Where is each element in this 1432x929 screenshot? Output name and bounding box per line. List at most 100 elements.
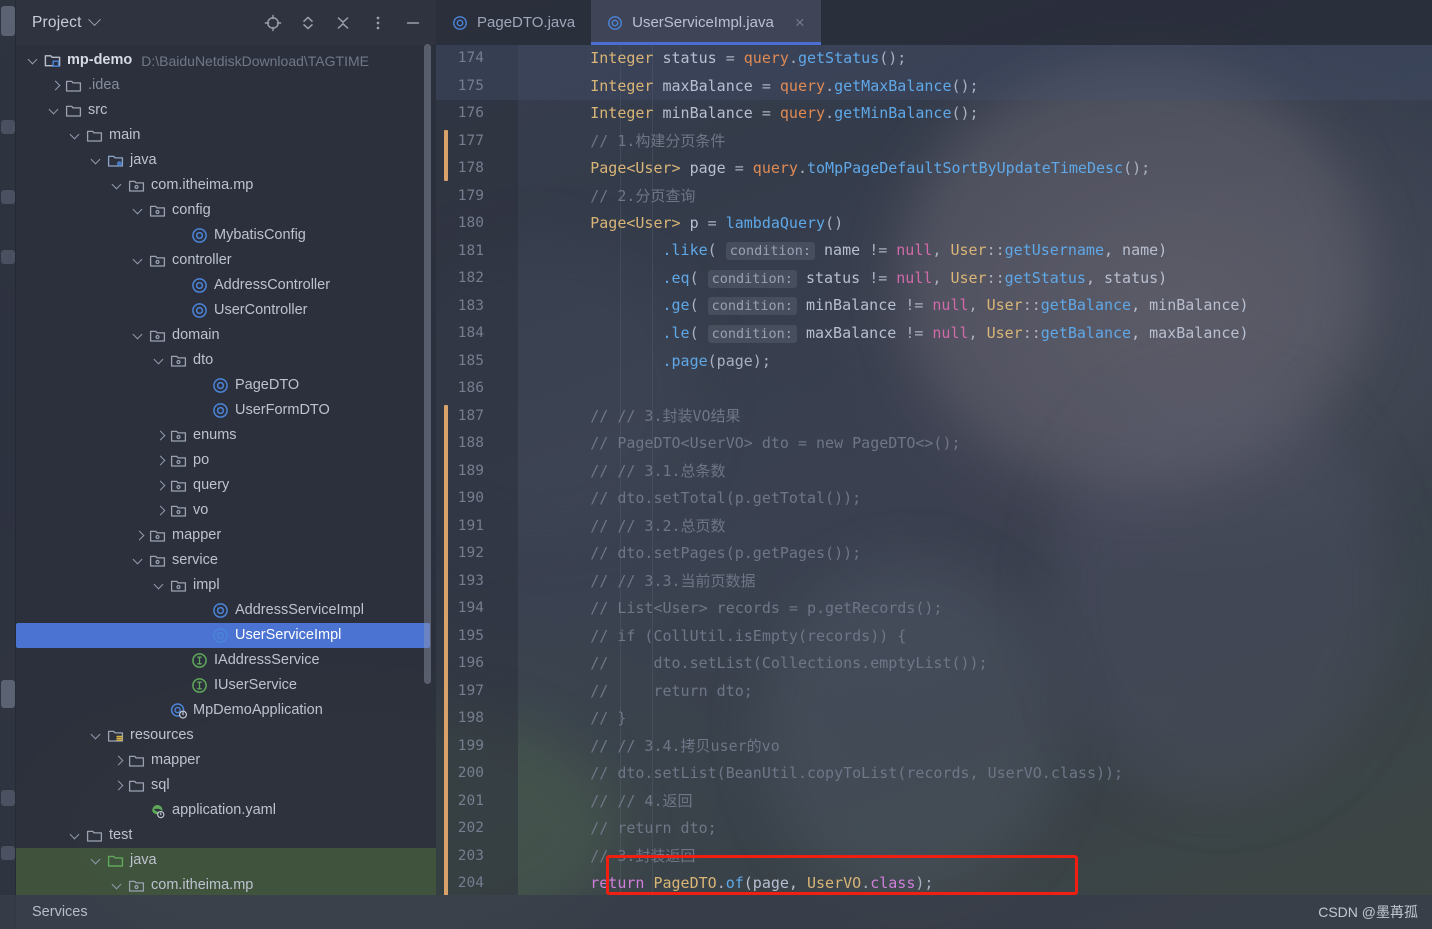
code-line[interactable]: 199 // // 3.4.拷贝user的vo bbox=[436, 733, 1432, 761]
code-line[interactable]: 175 Integer maxBalance = query.getMaxBal… bbox=[436, 72, 1432, 100]
twisty-closed-icon[interactable] bbox=[154, 504, 167, 517]
tree-node-resources[interactable]: resources bbox=[16, 723, 436, 748]
collapse-all-icon[interactable] bbox=[334, 14, 352, 32]
tree-node-iaddressservice[interactable]: IAddressService bbox=[16, 648, 436, 673]
tree-node-userformdto[interactable]: UserFormDTO bbox=[16, 398, 436, 423]
tree-node-controller[interactable]: controller bbox=[16, 248, 436, 273]
twisty-open-icon[interactable] bbox=[91, 154, 104, 167]
tree-node-mapper[interactable]: mapper bbox=[16, 523, 436, 548]
tree-node-addresscontroller[interactable]: AddressController bbox=[16, 273, 436, 298]
tool-stub[interactable] bbox=[1, 846, 15, 860]
code-line[interactable]: 189 // // 3.1.总条数 bbox=[436, 458, 1432, 486]
tree-node-pagedto[interactable]: PageDTO bbox=[16, 373, 436, 398]
twisty-open-icon[interactable] bbox=[154, 579, 167, 592]
code-line[interactable]: 176 Integer minBalance = query.getMinBal… bbox=[436, 100, 1432, 128]
project-tree-scrollbar[interactable] bbox=[424, 44, 431, 684]
close-icon[interactable]: × bbox=[795, 14, 805, 31]
expand-collapse-icon[interactable] bbox=[299, 14, 317, 32]
tree-node-src[interactable]: src bbox=[16, 98, 436, 123]
more-options-icon[interactable] bbox=[369, 14, 387, 32]
tool-stub[interactable] bbox=[1, 250, 15, 264]
code-line[interactable]: 188 // PageDTO<UserVO> dto = new PageDTO… bbox=[436, 430, 1432, 458]
tree-node-enums[interactable]: enums bbox=[16, 423, 436, 448]
twisty-open-icon[interactable] bbox=[70, 829, 83, 842]
twisty-open-icon[interactable] bbox=[133, 554, 146, 567]
code-line[interactable]: 195 // if (CollUtil.isEmpty(records)) { bbox=[436, 623, 1432, 651]
tool-stub[interactable] bbox=[1, 790, 15, 806]
code-line[interactable]: 200 // dto.setList(BeanUtil.copyToList(r… bbox=[436, 760, 1432, 788]
code-line[interactable]: 198 // } bbox=[436, 705, 1432, 733]
tree-node-config[interactable]: config bbox=[16, 198, 436, 223]
code-line[interactable]: 174 Integer status = query.getStatus(); bbox=[436, 45, 1432, 73]
tree-node--idea[interactable]: .idea bbox=[16, 73, 436, 98]
code-line[interactable]: 192 // dto.setPages(p.getPages()); bbox=[436, 540, 1432, 568]
code-line[interactable]: 187 // // 3.封装VO结果 bbox=[436, 403, 1432, 431]
chevron-down-icon[interactable] bbox=[87, 13, 101, 27]
tree-node-mpdemoapplication[interactable]: MpDemoApplication bbox=[16, 698, 436, 723]
twisty-closed-icon[interactable] bbox=[133, 529, 146, 542]
code-line[interactable]: 183 .ge( condition: minBalance != null, … bbox=[436, 293, 1432, 321]
twisty-closed-icon[interactable] bbox=[154, 454, 167, 467]
tree-node-usercontroller[interactable]: UserController bbox=[16, 298, 436, 323]
tree-node-service[interactable]: service bbox=[16, 548, 436, 573]
code-line[interactable]: 197 // return dto; bbox=[436, 678, 1432, 706]
tree-node-iuserservice[interactable]: IUserService bbox=[16, 673, 436, 698]
code-line[interactable]: 185 .page(page); bbox=[436, 348, 1432, 376]
tree-node-mybatisconfig[interactable]: MybatisConfig bbox=[16, 223, 436, 248]
editor-tab-pagedto-java[interactable]: PageDTO.java bbox=[436, 0, 591, 45]
tree-node-java[interactable]: java bbox=[16, 148, 436, 173]
twisty-open-icon[interactable] bbox=[133, 254, 146, 267]
minimize-icon[interactable] bbox=[404, 14, 422, 32]
code-line[interactable]: 202 // return dto; bbox=[436, 815, 1432, 843]
code-line[interactable]: 179 // 2.分页查询 bbox=[436, 183, 1432, 211]
code-line[interactable]: 191 // // 3.2.总页数 bbox=[436, 513, 1432, 541]
twisty-open-icon[interactable] bbox=[154, 354, 167, 367]
tree-node-test[interactable]: test bbox=[16, 823, 436, 848]
code-line[interactable]: 178 Page<User> page = query.toMpPageDefa… bbox=[436, 155, 1432, 183]
locate-icon[interactable] bbox=[264, 14, 282, 32]
twisty-open-icon[interactable] bbox=[133, 204, 146, 217]
code-line[interactable]: 190 // dto.setTotal(p.getTotal()); bbox=[436, 485, 1432, 513]
project-tree[interactable]: mp-demo D:\BaiduNetdiskDownload\TAGTIME .… bbox=[16, 45, 436, 895]
tree-node-impl[interactable]: impl bbox=[16, 573, 436, 598]
code-line[interactable]: 186 bbox=[436, 375, 1432, 403]
twisty-open-icon[interactable] bbox=[91, 854, 104, 867]
code-line[interactable]: 196 // dto.setList(Collections.emptyList… bbox=[436, 650, 1432, 678]
tree-node-java[interactable]: java bbox=[16, 848, 436, 873]
twisty-closed-icon[interactable] bbox=[154, 479, 167, 492]
code-line[interactable]: 177 // 1.构建分页条件 bbox=[436, 128, 1432, 156]
tree-node-po[interactable]: po bbox=[16, 448, 436, 473]
twisty-open-icon[interactable] bbox=[112, 179, 125, 192]
twisty-closed-icon[interactable] bbox=[154, 429, 167, 442]
tree-node-application-yaml[interactable]: application.yaml bbox=[16, 798, 436, 823]
twisty-open-icon[interactable] bbox=[28, 54, 41, 67]
tree-node-vo[interactable]: vo bbox=[16, 498, 436, 523]
code-line[interactable]: 180 Page<User> p = lambdaQuery() bbox=[436, 210, 1432, 238]
code-line[interactable]: 194 // List<User> records = p.getRecords… bbox=[436, 595, 1432, 623]
tree-node-mp-demo[interactable]: mp-demo D:\BaiduNetdiskDownload\TAGTIME bbox=[16, 48, 436, 73]
tree-node-mapper[interactable]: mapper bbox=[16, 748, 436, 773]
code-line[interactable]: 181 .like( condition: name != null, User… bbox=[436, 238, 1432, 266]
tree-node-com-itheima-mp[interactable]: com.itheima.mp bbox=[16, 173, 436, 198]
code-line[interactable]: 182 .eq( condition: status != null, User… bbox=[436, 265, 1432, 293]
tree-node-main[interactable]: main bbox=[16, 123, 436, 148]
tree-node-com-itheima-mp[interactable]: com.itheima.mp bbox=[16, 873, 436, 895]
tree-node-addressserviceimpl[interactable]: AddressServiceImpl bbox=[16, 598, 436, 623]
code-line[interactable]: 184 .le( condition: maxBalance != null, … bbox=[436, 320, 1432, 348]
twisty-open-icon[interactable] bbox=[70, 129, 83, 142]
project-tool-stub[interactable] bbox=[1, 6, 15, 36]
tree-node-domain[interactable]: domain bbox=[16, 323, 436, 348]
twisty-open-icon[interactable] bbox=[91, 729, 104, 742]
code-editor[interactable]: 174 Integer status = query.getStatus(); 1… bbox=[436, 45, 1432, 895]
twisty-open-icon[interactable] bbox=[49, 104, 62, 117]
code-line[interactable]: 204 return PageDTO.of(page, UserVO.class… bbox=[436, 870, 1432, 895]
editor-tab-userserviceimpl-java[interactable]: UserServiceImpl.java × bbox=[591, 0, 821, 45]
twisty-open-icon[interactable] bbox=[112, 879, 125, 892]
tree-node-query[interactable]: query bbox=[16, 473, 436, 498]
project-panel-title[interactable]: Project bbox=[32, 14, 82, 32]
code-line[interactable]: 201 // // 4.返回 bbox=[436, 788, 1432, 816]
code-line[interactable]: 193 // // 3.3.当前页数据 bbox=[436, 568, 1432, 596]
tool-stub[interactable] bbox=[1, 190, 15, 204]
tree-node-dto[interactable]: dto bbox=[16, 348, 436, 373]
twisty-closed-icon[interactable] bbox=[112, 754, 125, 767]
